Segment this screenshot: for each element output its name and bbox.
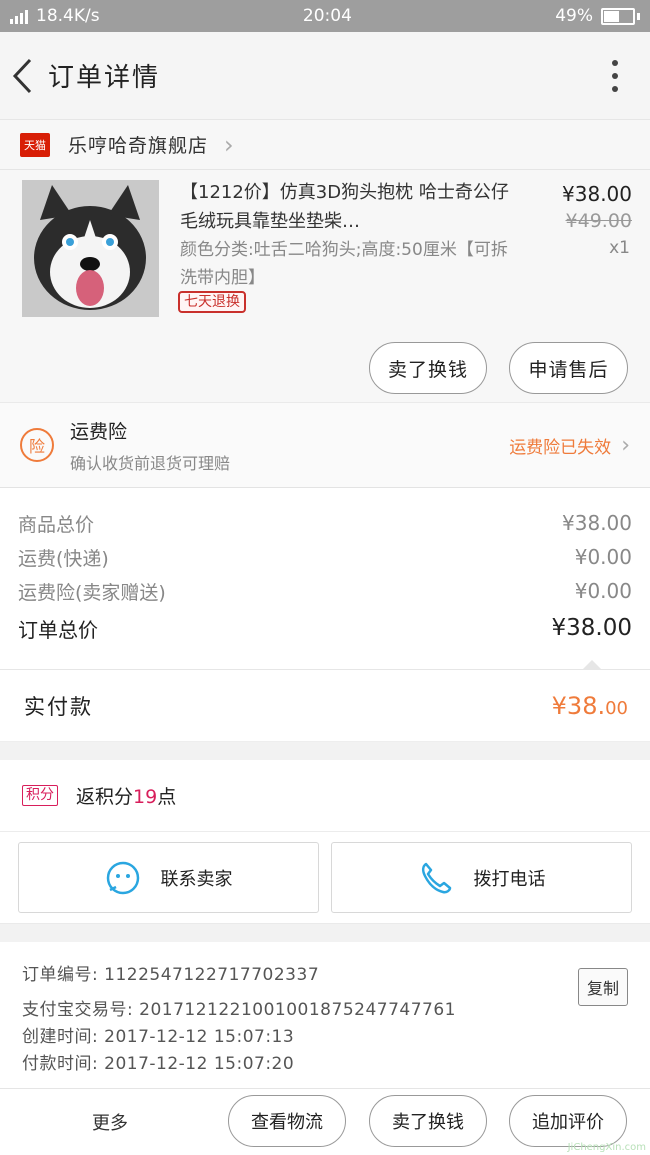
order-total-label: 订单总价 xyxy=(18,617,98,642)
order-info: 订单编号: 1122547122717702337 支付宝交易号: 201712… xyxy=(0,942,650,1102)
points-badge: 积分 xyxy=(22,785,58,806)
cost-label: 运费险(卖家赠送) xyxy=(18,581,166,604)
watermark: JiChengXin.com xyxy=(567,1142,646,1153)
tmall-icon: 天猫 xyxy=(20,132,50,157)
insurance-icon: 险 xyxy=(20,428,54,462)
call-phone-label: 拨打电话 xyxy=(473,868,546,890)
points-text: 返积分19点 xyxy=(76,782,176,809)
points-number: 19 xyxy=(133,786,158,808)
cost-row: 运费(快递) ¥0.00 xyxy=(18,540,632,574)
original-price: ¥49.00 xyxy=(565,210,632,232)
insurance-text: 运费险 确认收货前退货可理赔 xyxy=(70,417,230,474)
product-quantity: x1 xyxy=(609,238,630,258)
add-review-button[interactable]: 追加评价 xyxy=(509,1095,627,1147)
cost-label: 商品总价 xyxy=(18,513,95,536)
contact-seller-label: 联系卖家 xyxy=(160,868,233,890)
battery-icon xyxy=(600,7,640,25)
insurance-status-text: 运费险已失效 xyxy=(509,438,612,458)
product-card: 【1212价】仿真3D狗头抱枕 哈士奇公仔毛绒玩具靠垫坐垫柴… 颜色分类:吐舌二… xyxy=(0,170,650,403)
order-total-row: 订单总价 ¥38.00 xyxy=(18,608,632,648)
return-badge: 七天退换 xyxy=(178,291,246,313)
product-price: ¥38.00 xyxy=(562,182,632,206)
status-bar: 18.4K/s 20:04 49% xyxy=(0,0,650,32)
product-title[interactable]: 【1212价】仿真3D狗头抱枕 哈士奇公仔毛绒玩具靠垫坐垫柴… xyxy=(180,178,510,236)
paid-time: 付款时间: 2017-12-12 15:07:20 xyxy=(22,1054,295,1074)
alipay-trade-number: 支付宝交易号: 2017121221001001875247747761 xyxy=(22,1000,456,1020)
cost-label: 运费(快递) xyxy=(18,547,109,570)
page-title: 订单详情 xyxy=(48,63,161,93)
bottom-action-bar: 更多 查看物流 卖了换钱 追加评价 JiChengXin.com xyxy=(0,1088,650,1155)
aftersale-button[interactable]: 申请售后 xyxy=(509,342,628,394)
phone-icon xyxy=(421,862,451,893)
sell-button-bottom[interactable]: 卖了换钱 xyxy=(369,1095,487,1147)
status-left: 18.4K/s xyxy=(10,6,100,26)
section-gap xyxy=(0,742,650,760)
battery-group: 49% xyxy=(555,6,640,26)
points-row: 积分 返积分19点 xyxy=(0,760,650,832)
top-nav: 订单详情 xyxy=(0,32,650,120)
order-number: 订单编号: 1122547122717702337 xyxy=(22,965,320,985)
insurance-title: 运费险 xyxy=(70,420,128,443)
cost-summary: 商品总价 ¥38.00 运费(快递) ¥0.00 运费险(卖家赠送) ¥0.00 订单… xyxy=(0,488,650,670)
amount-paid-label: 实付款 xyxy=(24,694,93,719)
insurance-status[interactable]: 运费险已失效 › xyxy=(509,433,630,458)
order-total-value: ¥38.00 xyxy=(551,615,632,641)
battery-percent: 49% xyxy=(555,6,593,26)
store-name[interactable]: 乐哼哈奇旗舰店 xyxy=(68,131,208,158)
chevron-right-icon: › xyxy=(621,433,630,458)
view-logistics-button[interactable]: 查看物流 xyxy=(228,1095,346,1147)
chat-bubble-icon xyxy=(106,861,139,894)
signal-icon xyxy=(10,8,28,24)
back-arrow-icon[interactable] xyxy=(10,56,36,96)
product-image[interactable] xyxy=(22,180,159,317)
copy-button[interactable]: 复制 xyxy=(577,968,628,1006)
amount-paid-cents: 00 xyxy=(605,697,628,719)
more-button[interactable]: 更多 xyxy=(92,1109,128,1135)
caret-up-icon xyxy=(582,660,602,670)
cost-value: ¥0.00 xyxy=(574,545,632,569)
shipping-insurance-row[interactable]: 险 运费险 确认收货前退货可理赔 运费险已失效 › xyxy=(0,403,650,488)
cost-row: 运费险(卖家赠送) ¥0.00 xyxy=(18,574,632,608)
insurance-desc: 确认收货前退货可理赔 xyxy=(70,453,231,473)
cost-value: ¥38.00 xyxy=(562,511,632,535)
amount-paid-value: ¥38.00 xyxy=(552,692,628,720)
amount-paid-row: 实付款 ¥38.00 xyxy=(0,670,650,742)
sell-button[interactable]: 卖了换钱 xyxy=(369,342,487,394)
network-speed: 18.4K/s xyxy=(36,6,100,26)
amount-paid-main: ¥38. xyxy=(551,691,606,720)
contact-seller-button[interactable]: 联系卖家 xyxy=(18,842,319,913)
cost-value: ¥0.00 xyxy=(574,579,632,603)
contact-row: 联系卖家 拨打电话 xyxy=(0,832,650,924)
store-row[interactable]: 天猫 乐哼哈奇旗舰店 › xyxy=(0,120,650,170)
created-time: 创建时间: 2017-12-12 15:07:13 xyxy=(22,1027,295,1047)
points-suffix: 点 xyxy=(157,786,177,808)
call-phone-button[interactable]: 拨打电话 xyxy=(331,842,632,913)
points-prefix: 返积分 xyxy=(76,786,134,808)
product-attributes: 颜色分类:吐舌二哈狗头;高度:50厘米【可拆洗带内胆】 xyxy=(180,240,508,288)
more-menu-icon[interactable] xyxy=(612,60,618,92)
chevron-right-icon: › xyxy=(224,130,234,159)
cost-row: 商品总价 ¥38.00 xyxy=(18,506,632,540)
clock: 20:04 xyxy=(302,6,352,26)
